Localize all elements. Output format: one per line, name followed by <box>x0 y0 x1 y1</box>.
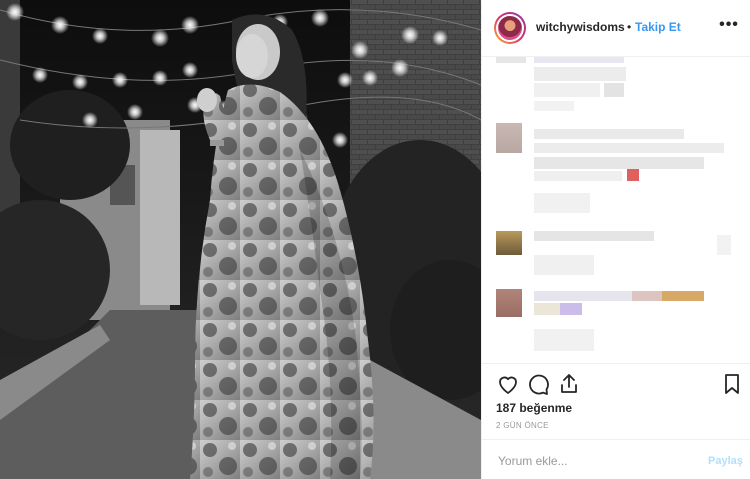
post-photo[interactable] <box>0 0 481 479</box>
header-separator: • <box>627 20 632 34</box>
pixelated-comment-4 <box>534 291 634 301</box>
avatar[interactable] <box>494 12 526 44</box>
more-options-button[interactable]: ••• <box>718 14 740 36</box>
pixelated-comment-2 <box>534 129 684 139</box>
follow-button[interactable]: Takip Et <box>635 20 681 34</box>
comment-composer: Paylaş <box>482 439 750 479</box>
comment-icon[interactable] <box>526 372 550 396</box>
username-link[interactable]: witchywisdoms <box>536 20 625 34</box>
pixelated-avatar-4[interactable] <box>496 289 522 317</box>
pixelated-avatar-2[interactable] <box>496 123 522 153</box>
comment-input[interactable] <box>496 450 690 472</box>
bookmark-icon[interactable] <box>720 372 744 396</box>
post-actions: 187 beğenme 2 GÜN ÖNCE <box>482 363 750 440</box>
heart-icon[interactable] <box>496 372 520 396</box>
pixelated-comment-1 <box>496 57 526 63</box>
instagram-post: witchywisdoms • Takip Et ••• 187 beğenme… <box>0 0 750 479</box>
post-timestamp[interactable]: 2 GÜN ÖNCE <box>496 421 549 430</box>
post-comment-button[interactable]: Paylaş <box>708 455 743 467</box>
photo-scene <box>0 0 481 479</box>
pixelated-comment-3 <box>534 231 654 241</box>
share-icon[interactable] <box>557 372 581 396</box>
likes-count[interactable]: 187 beğenme <box>496 401 572 415</box>
post-sidebar: witchywisdoms • Takip Et ••• 187 beğenme… <box>481 0 750 479</box>
pixelated-avatar-3[interactable] <box>496 231 522 255</box>
comments-list[interactable] <box>482 57 750 363</box>
post-header: witchywisdoms • Takip Et ••• <box>482 0 750 57</box>
